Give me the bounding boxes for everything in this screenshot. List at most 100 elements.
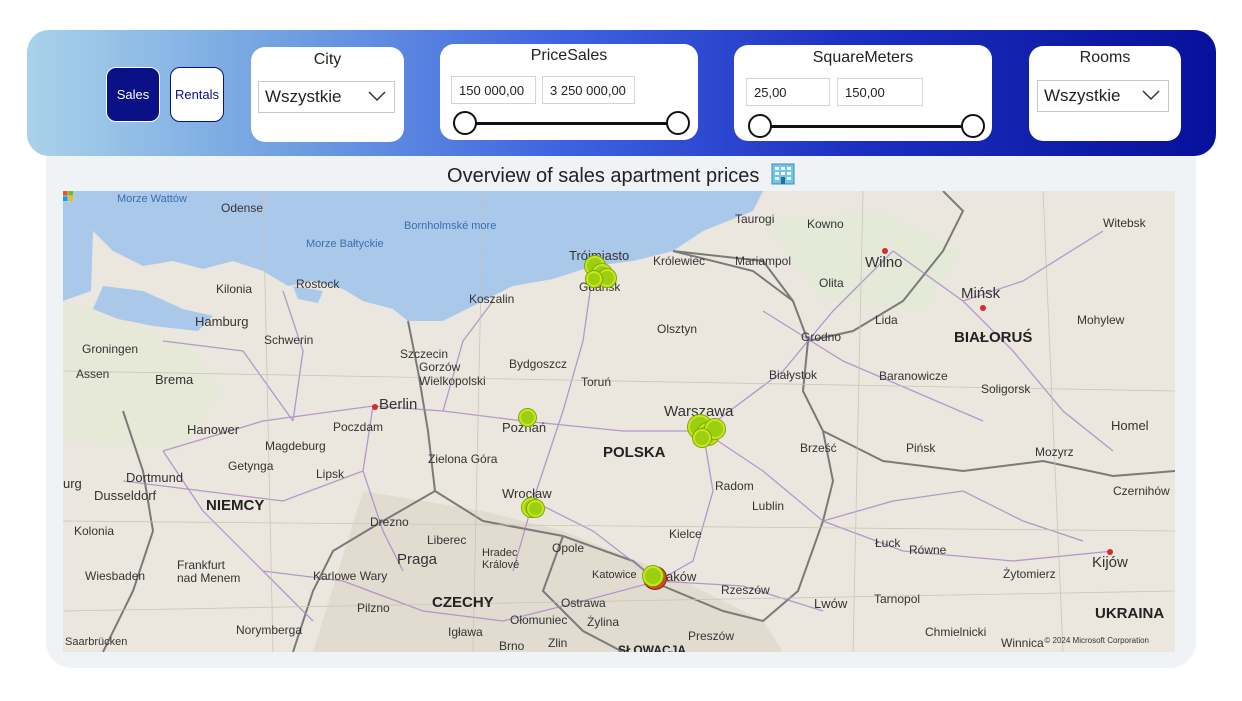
map-label: Assen [76, 367, 110, 381]
map-visual[interactable]: Morze Wattów Odense Morze Bałtyckie Born… [63, 191, 1175, 652]
map-label: Mohylew [1077, 313, 1125, 327]
map-label: Saarbrücken [65, 636, 128, 648]
sqm-slider-min-handle[interactable] [748, 114, 772, 138]
map-label: Lublin [752, 499, 785, 513]
map-label: Równe [909, 543, 947, 557]
map-label: Igława [448, 625, 483, 639]
map-label: Taurogi [735, 212, 775, 226]
rooms-dropdown-value: Wszystkie [1044, 86, 1121, 105]
map-label: Getynga [228, 459, 274, 473]
map-label: Opole [552, 541, 585, 555]
rooms-slicer-title: Rooms [1079, 49, 1131, 66]
map-label: Groningen [82, 342, 139, 356]
chevron-down-icon [1142, 90, 1160, 101]
map-label: Lipsk [316, 467, 345, 481]
map-label: Wilno [865, 254, 903, 271]
map-label: Pilzno [357, 601, 390, 615]
map-label: Bydgoszcz [509, 357, 568, 371]
sales-marker-krakow[interactable] [643, 566, 663, 586]
map-label: Katowice [592, 569, 637, 581]
map-label: Odense [221, 201, 264, 215]
sqm-max-input[interactable]: 150,00 [837, 78, 923, 106]
map-label: Preszów [688, 629, 735, 643]
map-label: Rostock [296, 277, 340, 291]
map-label: Kijów [1092, 554, 1128, 571]
sales-marker-poznan[interactable] [519, 409, 536, 426]
map-label: Winnica [1001, 636, 1044, 650]
map-label: Olita [819, 276, 844, 290]
city-slicer-title: City [313, 51, 342, 68]
sqm-slider-track [758, 125, 974, 128]
map-title: Overview of sales apartment prices [0, 163, 1242, 188]
map-label: Witebsk [1103, 216, 1146, 230]
map-label: Wiesbaden [85, 569, 146, 583]
map-label: Żytomierz [1003, 567, 1056, 581]
price-min-input[interactable]: 150 000,00 [451, 76, 536, 104]
microsoft-logo-icon [63, 191, 73, 201]
map-label: Zlin [548, 636, 568, 650]
sqm-slider-max-handle[interactable] [961, 114, 985, 138]
map-label: UKRAINA [1095, 605, 1165, 622]
map-label: Morze Bałtyckie [306, 238, 384, 250]
map-label: Żylina [587, 615, 620, 629]
map-title-text: Overview of sales apartment prices [447, 165, 760, 187]
building-icon [771, 163, 795, 185]
map-label: Kolonia [74, 524, 115, 538]
rentals-button[interactable]: Rentals [170, 67, 224, 122]
map-label: Bornholmské more [404, 220, 497, 232]
map-label: SŁOWACJA [618, 643, 687, 652]
map-label: Koszalin [469, 292, 515, 306]
map-label: Gorzów Wielkopolski [419, 360, 486, 388]
map-label: Łuck [875, 536, 901, 550]
map-label: Homel [1111, 418, 1149, 433]
map-label: Soligorsk [981, 382, 1031, 396]
rooms-dropdown[interactable]: Wszystkie [1037, 80, 1169, 112]
city-dropdown[interactable]: Wszystkie [258, 81, 395, 113]
price-slider-min-handle[interactable] [453, 111, 477, 135]
map-label: Dortmund [126, 470, 184, 485]
map-label: Rzeszów [721, 583, 770, 597]
map-label: Praga [397, 551, 438, 568]
map-label: Czernihów [1113, 484, 1170, 498]
map-label: Ostrawa [561, 596, 606, 610]
map-label: CZECHY [432, 594, 494, 611]
map-label: BIAŁORUŚ [954, 329, 1033, 346]
sales-button[interactable]: Sales [106, 67, 160, 122]
price-sales-slicer: PriceSales 150 000,00 3 250 000,00 [440, 44, 698, 140]
sqm-min-input[interactable]: 25,00 [746, 78, 830, 106]
map-label: urg [63, 476, 82, 491]
map-label: Karlowe Wary [313, 569, 388, 583]
map-copyright: © 2024 Microsoft Corporation [1044, 636, 1149, 645]
map-label: Liberec [427, 533, 467, 547]
map-label: Baranowicze [879, 369, 948, 383]
city-dropdown-value: Wszystkie [265, 87, 342, 106]
map-label: Kilonia [216, 282, 253, 296]
price-slider-max-handle[interactable] [666, 111, 690, 135]
sales-marker-warszawa[interactable] [693, 429, 711, 447]
rooms-slicer: Rooms Wszystkie [1029, 46, 1181, 141]
map-label: Hanower [187, 422, 240, 437]
map-label: Dusseldorf [94, 488, 157, 503]
map-label: Morze Wattów [117, 193, 187, 205]
square-meters-title: SquareMeters [812, 49, 914, 66]
sales-marker-wroclaw[interactable] [527, 500, 544, 517]
map-label: Drezno [370, 515, 409, 529]
chevron-down-icon [368, 91, 386, 102]
map-label: Olsztyn [657, 322, 698, 336]
map-label: POLSKA [603, 444, 666, 461]
map-label: Poczdam [333, 420, 384, 434]
map-label: Brema [155, 372, 194, 387]
map-label: Hradec Králové [482, 547, 520, 571]
map-label: Mariampol [735, 254, 792, 268]
square-meters-slicer: SquareMeters 25,00 150,00 [734, 45, 992, 141]
sales-marker-gdansk[interactable] [586, 271, 602, 287]
price-max-input[interactable]: 3 250 000,00 [542, 76, 635, 104]
map-label: Kowno [807, 217, 844, 231]
map-label: Brno [499, 639, 525, 652]
map-label: Chmielnicki [925, 625, 987, 639]
map-label: Frankfurt nad Menem [177, 558, 241, 585]
map-label: Toruń [581, 375, 612, 389]
map-label: Schwerin [264, 333, 314, 347]
map-label: Radom [715, 479, 754, 493]
price-slider-track [462, 122, 678, 125]
